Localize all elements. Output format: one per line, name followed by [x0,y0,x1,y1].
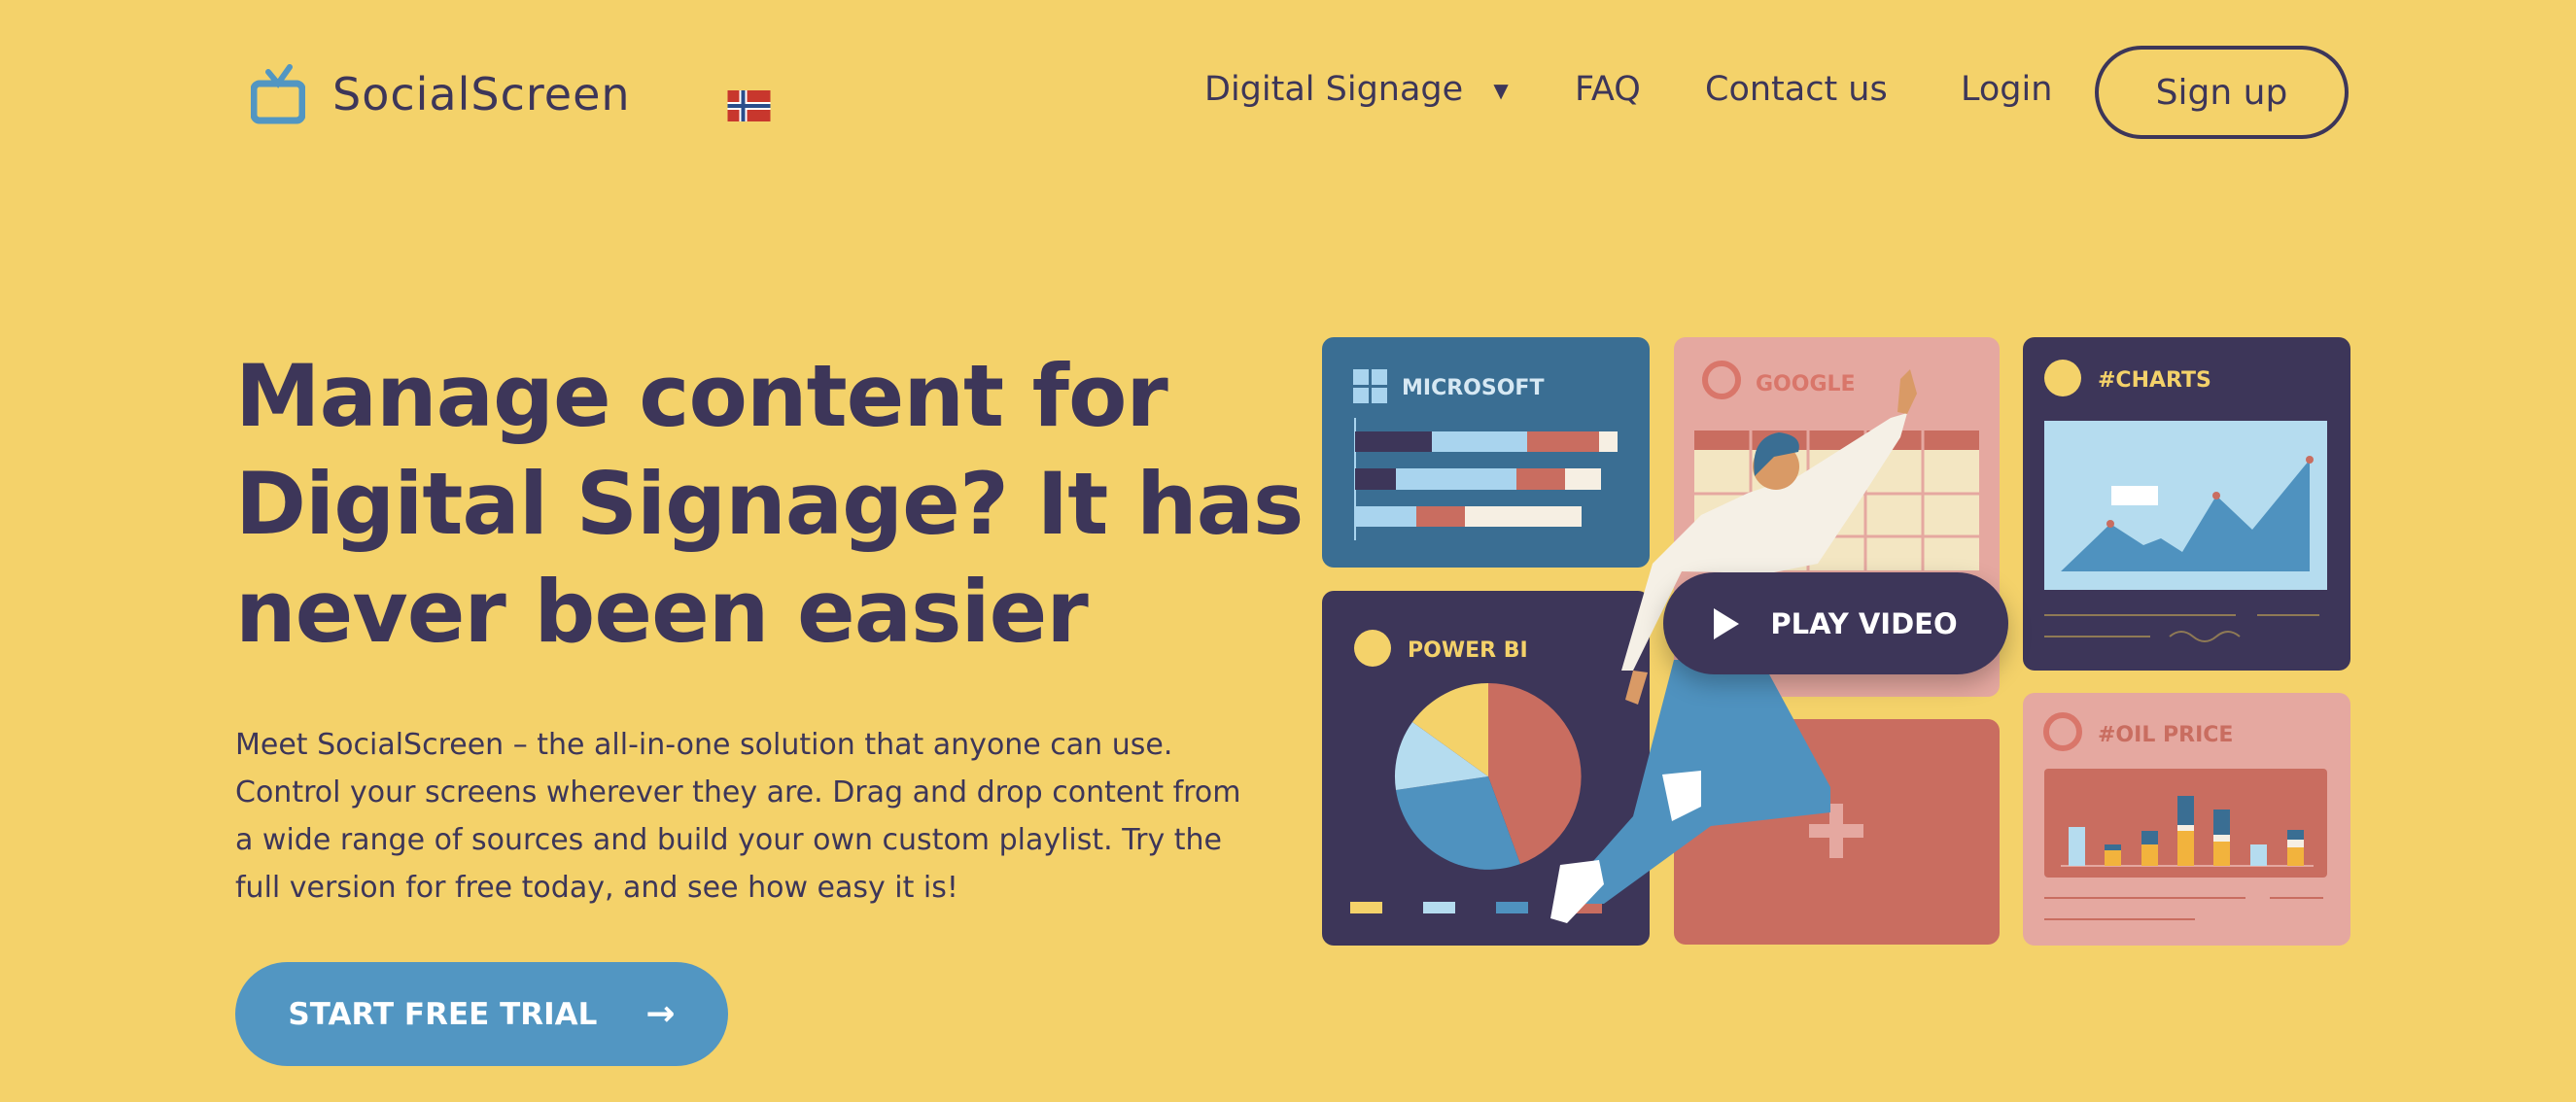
play-icon [1714,607,1740,639]
card-title: MICROSOFT [1402,376,1544,400]
play-video-button[interactable]: PLAY VIDEO [1663,572,2008,674]
norway-flag-icon[interactable] [727,90,771,121]
card-title: #CHARTS [2098,368,2211,393]
caret-down-icon: ▼ [1493,79,1509,102]
headline-line: never been easier [235,562,1089,662]
hero-description: Meet SocialScreen – the all-in-one solut… [235,728,1241,905]
powerbi-icon [1354,630,1391,667]
nav-faq[interactable]: FAQ [1575,70,1641,109]
nav-label: Digital Signage [1204,70,1464,109]
card-title: POWER BI [1408,638,1528,663]
charts-card: #CHARTS [2023,337,2350,671]
headline-line: Digital Signage? It has [235,454,1304,554]
play-video-label: PLAY VIDEO [1770,606,1958,640]
card-title: GOOGLE [1756,372,1856,396]
oil-price-card: #OIL PRICE [2023,693,2350,946]
arrow-right-icon: → [645,994,676,1034]
card-title: #OIL PRICE [2098,723,2233,747]
signup-button[interactable]: Sign up [2095,46,2349,139]
nav-login[interactable]: Login [1961,70,2052,109]
nav-contact-us[interactable]: Contact us [1705,70,1888,109]
cta-label: START FREE TRIAL [288,996,598,1032]
headline-line: Manage content for [235,346,1168,446]
start-free-trial-button[interactable]: START FREE TRIAL → [235,962,728,1066]
logo-link[interactable]: SocialScreen [251,64,631,124]
brand-name: SocialScreen [332,68,631,121]
tv-icon [251,64,305,124]
microsoft-card: MICROSOFT [1322,337,1650,568]
powerbi-icon [2044,360,2081,396]
hero-headline: Manage content for Digital Signage? It h… [235,342,1353,666]
nav-digital-signage[interactable]: Digital Signage ▼ [1204,70,1509,109]
